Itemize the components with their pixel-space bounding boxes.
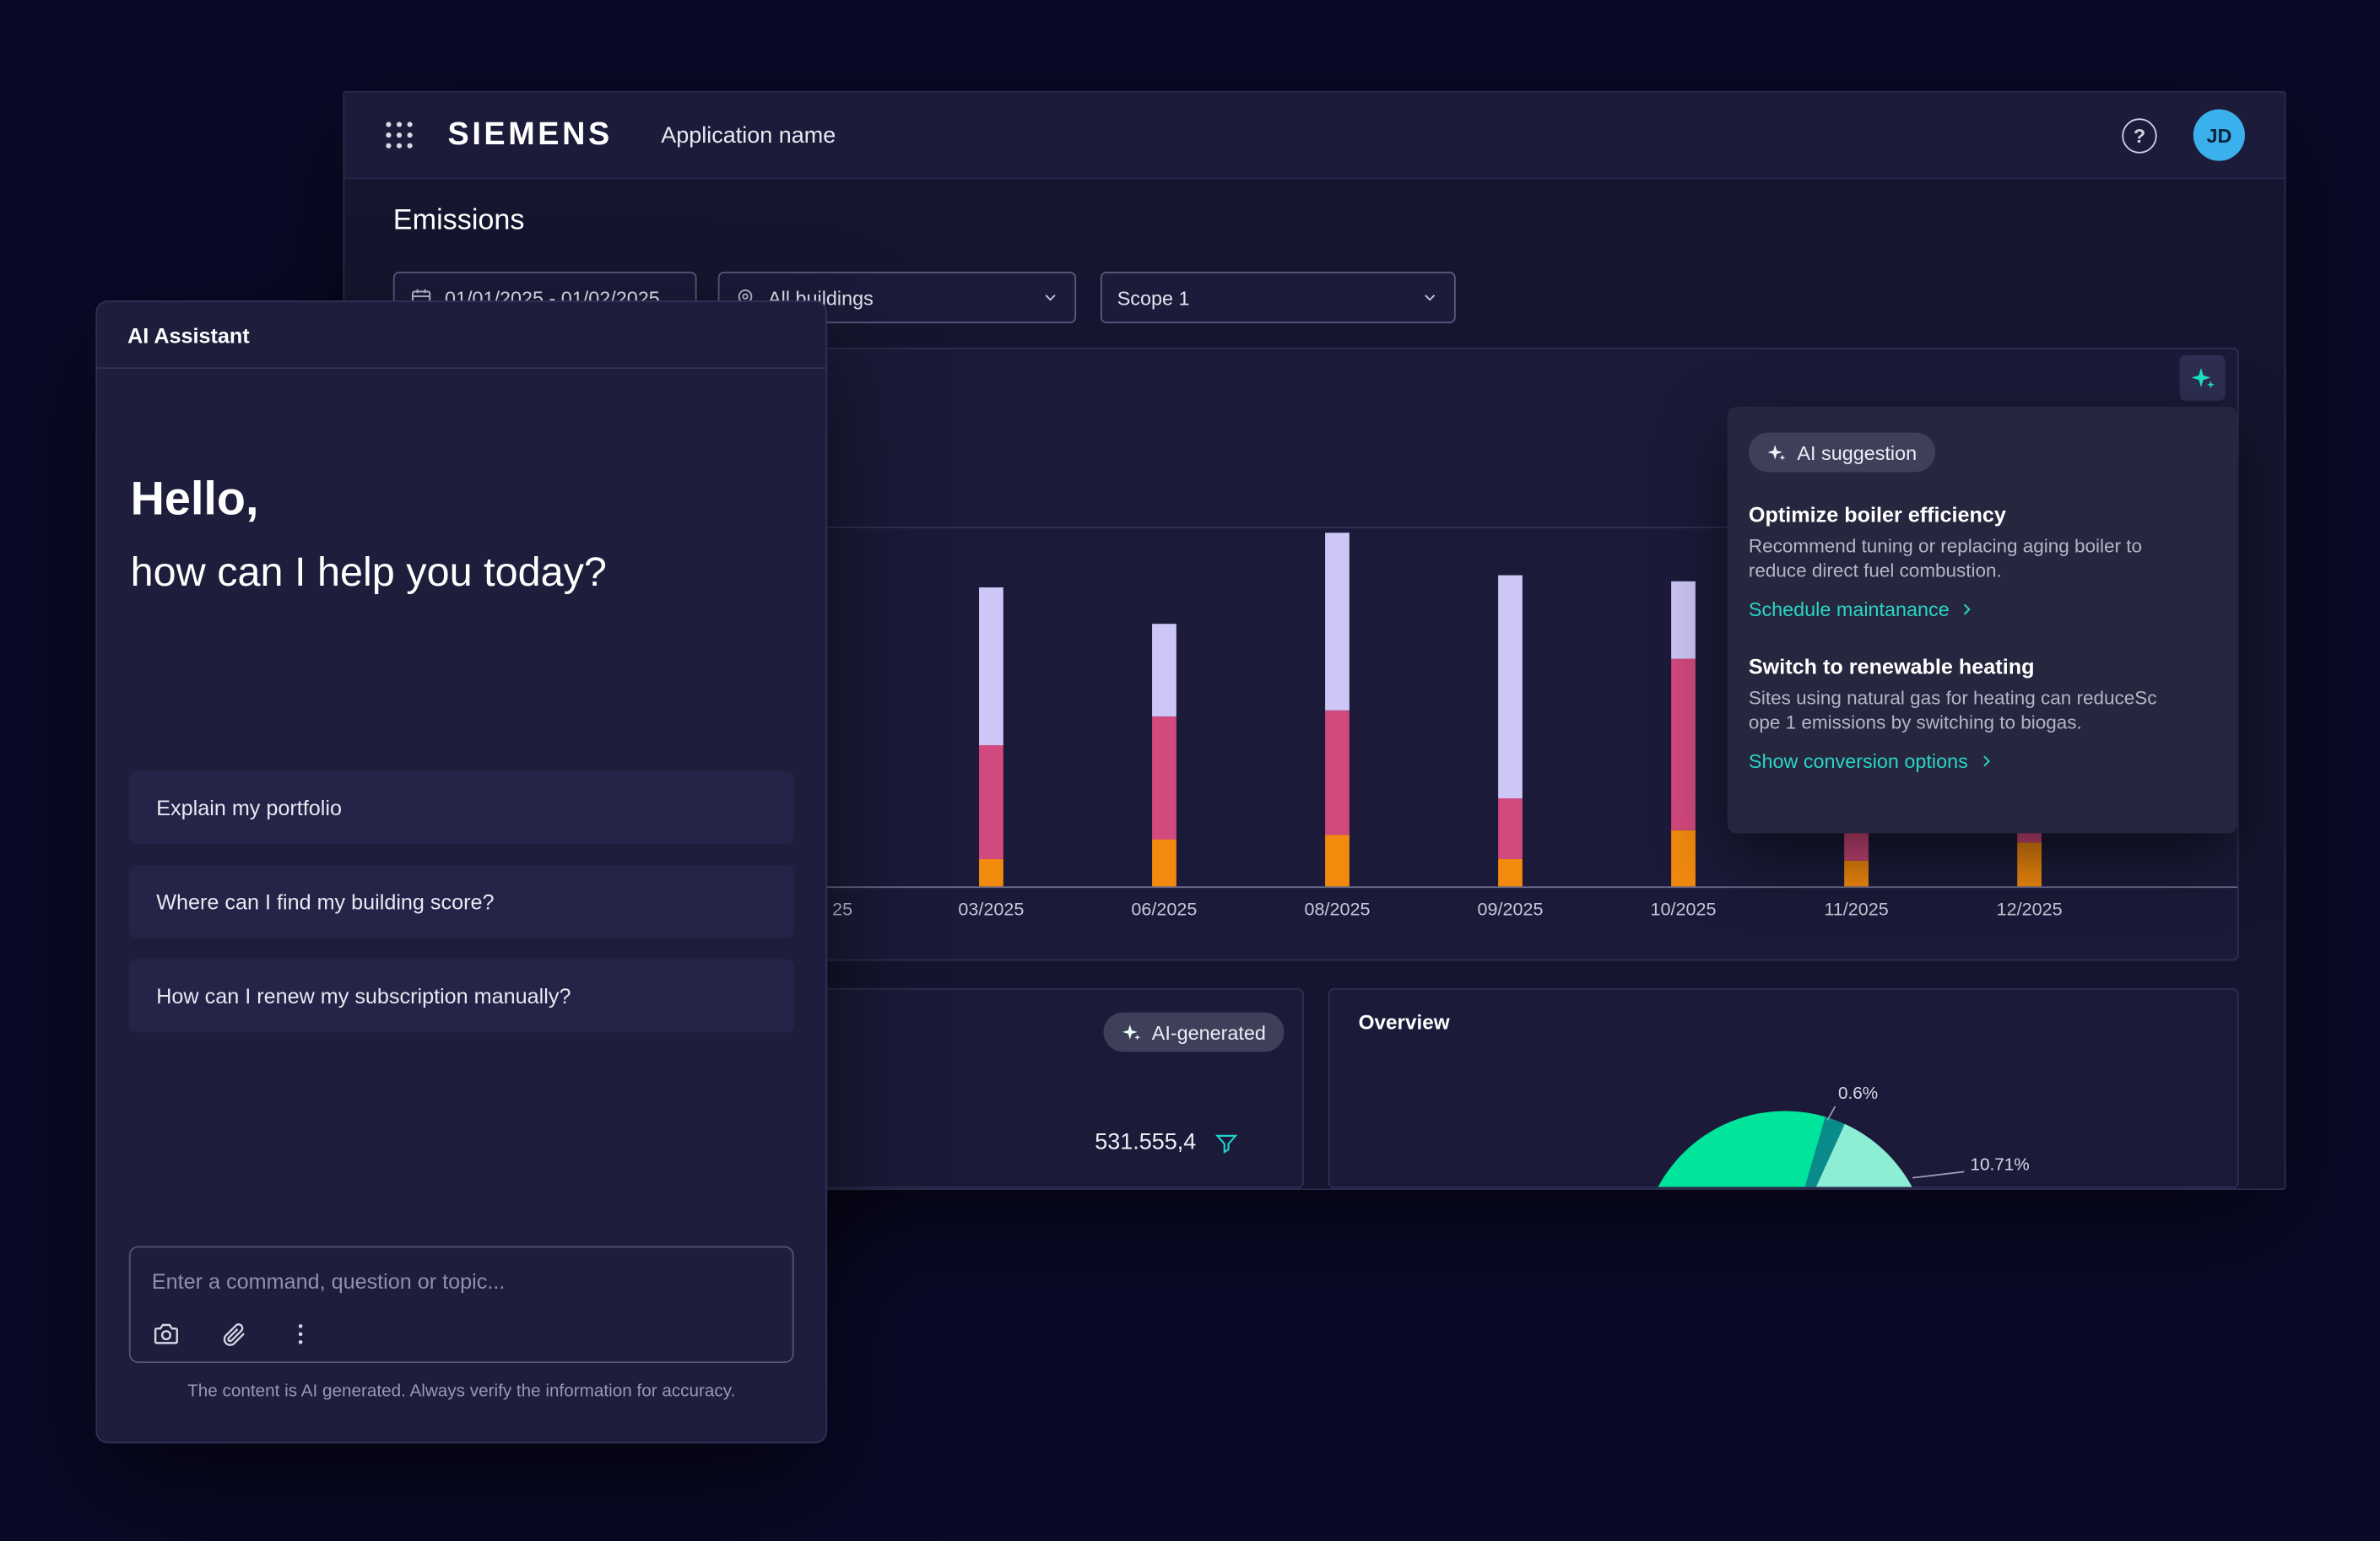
greeting-bold: Hello,: [131, 472, 607, 527]
assistant-suggestion-portfolio[interactable]: Explain my portfolio: [129, 771, 794, 844]
assistant-greeting: Hello, how can I help you today?: [131, 472, 607, 596]
link-label: Schedule maintanance: [1749, 597, 1950, 620]
show-conversion-options-link[interactable]: Show conversion options: [1749, 749, 1994, 772]
page-title: Emissions: [393, 205, 525, 239]
overview-title: Overview: [1359, 1011, 1450, 1034]
app-launcher-grid-icon[interactable]: [384, 120, 414, 150]
scope-dropdown[interactable]: Scope 1: [1101, 272, 1456, 323]
filter-funnel-icon[interactable]: [1214, 1130, 1239, 1154]
overview-card: Overview 0.6% 10.71%: [1328, 988, 2239, 1188]
siemens-logo: SIEMENS: [448, 116, 613, 153]
ai-suggestion-badge-label: AI suggestion: [1797, 441, 1917, 463]
help-glyph: ?: [2134, 124, 2145, 147]
sparkle-icon: [1122, 1022, 1141, 1041]
assistant-suggestion-building-score[interactable]: Where can I find my building score?: [129, 865, 794, 938]
screen: SIEMENS Application name ? JD Emissions …: [0, 0, 2380, 1540]
ai-suggestion-popover: AI suggestion Optimize boiler efficiency…: [1728, 407, 2237, 833]
assistant-disclaimer: The content is AI generated. Always veri…: [97, 1382, 825, 1401]
bar-segment-orange: [1152, 840, 1176, 887]
bar-segment-purple: [979, 587, 1003, 745]
bar-segment-pink: [979, 745, 1003, 859]
assistant-input[interactable]: [131, 1257, 792, 1306]
ai-assistant-panel: AI Assistant Hello, how can I help you t…: [95, 300, 827, 1443]
bar-segment-orange: [1498, 859, 1523, 886]
ai-suggestion-badge: AI suggestion: [1749, 433, 1935, 473]
bar-segment-orange: [1325, 835, 1350, 886]
bar-segment-orange: [1844, 861, 1869, 887]
bar-segment-orange: [2017, 842, 2042, 886]
bar-segment-orange: [1671, 830, 1696, 887]
help-icon[interactable]: ?: [2122, 117, 2156, 152]
sparkle-icon: [1766, 442, 1786, 462]
schedule-maintenance-link[interactable]: Schedule maintanance: [1749, 597, 1975, 620]
x-axis-label: 08/2025: [1277, 899, 1398, 920]
scope-value: Scope 1: [1117, 286, 1190, 309]
bar-segment-pink: [1671, 659, 1696, 830]
suggestion-title: Switch to renewable heating: [1749, 654, 2216, 679]
suggestion-body: Sites using natural gas for heating can …: [1749, 687, 2192, 735]
suggestion-title: Optimize boiler efficiency: [1749, 502, 2216, 527]
suggestion-body: Recommend tuning or replacing aging boil…: [1749, 536, 2192, 584]
assistant-toolbar: [152, 1319, 314, 1348]
attachment-paperclip-icon[interactable]: [220, 1320, 247, 1347]
kebab-menu-icon[interactable]: [287, 1320, 314, 1347]
app-title: Application name: [661, 122, 836, 149]
app-header: SIEMENS Application name ? JD: [344, 93, 2284, 180]
link-label: Show conversion options: [1749, 749, 1968, 772]
chevron-right-icon: [1959, 601, 1976, 618]
bar-segment-purple: [1325, 533, 1350, 710]
x-axis-label: 03/2025: [930, 899, 1052, 920]
chevron-right-icon: [1977, 752, 1994, 769]
x-axis-label: 06/2025: [1104, 899, 1225, 920]
bar-segment-pink: [1498, 798, 1523, 859]
ai-generated-label: AI-generated: [1152, 1020, 1266, 1043]
greeting-text: how can I help you today?: [131, 549, 607, 597]
x-axis-label: 10/2025: [1623, 899, 1744, 920]
pie-label-small: 0.6%: [1838, 1085, 1878, 1104]
assistant-input-box: [129, 1246, 794, 1363]
bar-segment-pink: [1325, 711, 1350, 835]
pie-label-mint: 10.71%: [1970, 1156, 2029, 1175]
x-axis-label: 09/2025: [1450, 899, 1571, 920]
assistant-title: AI Assistant: [127, 322, 250, 347]
chevron-down-icon: [1420, 289, 1439, 307]
chevron-down-icon: [1041, 289, 1060, 307]
bar-segment-purple: [1671, 581, 1696, 659]
ai-sparkle-button[interactable]: [2180, 355, 2226, 401]
camera-icon[interactable]: [152, 1319, 181, 1348]
metric-value: 531.555,4: [1095, 1129, 1196, 1155]
x-axis-label: 12/2025: [1969, 899, 2091, 920]
bar-segment-purple: [1152, 624, 1176, 716]
bar-segment-purple: [1498, 576, 1523, 798]
bar-segment-orange: [979, 859, 1003, 886]
overview-pie: [1641, 1111, 1929, 1189]
assistant-header: AI Assistant: [97, 302, 825, 369]
bar-segment-pink: [1152, 716, 1176, 840]
avatar[interactable]: JD: [2193, 109, 2245, 160]
assistant-suggestion-subscription[interactable]: How can I renew my subscription manually…: [129, 960, 794, 1032]
metric-row: 531.555,4: [1095, 1129, 1238, 1155]
x-axis-label: 11/2025: [1796, 899, 1918, 920]
ai-generated-badge: AI-generated: [1103, 1013, 1284, 1052]
